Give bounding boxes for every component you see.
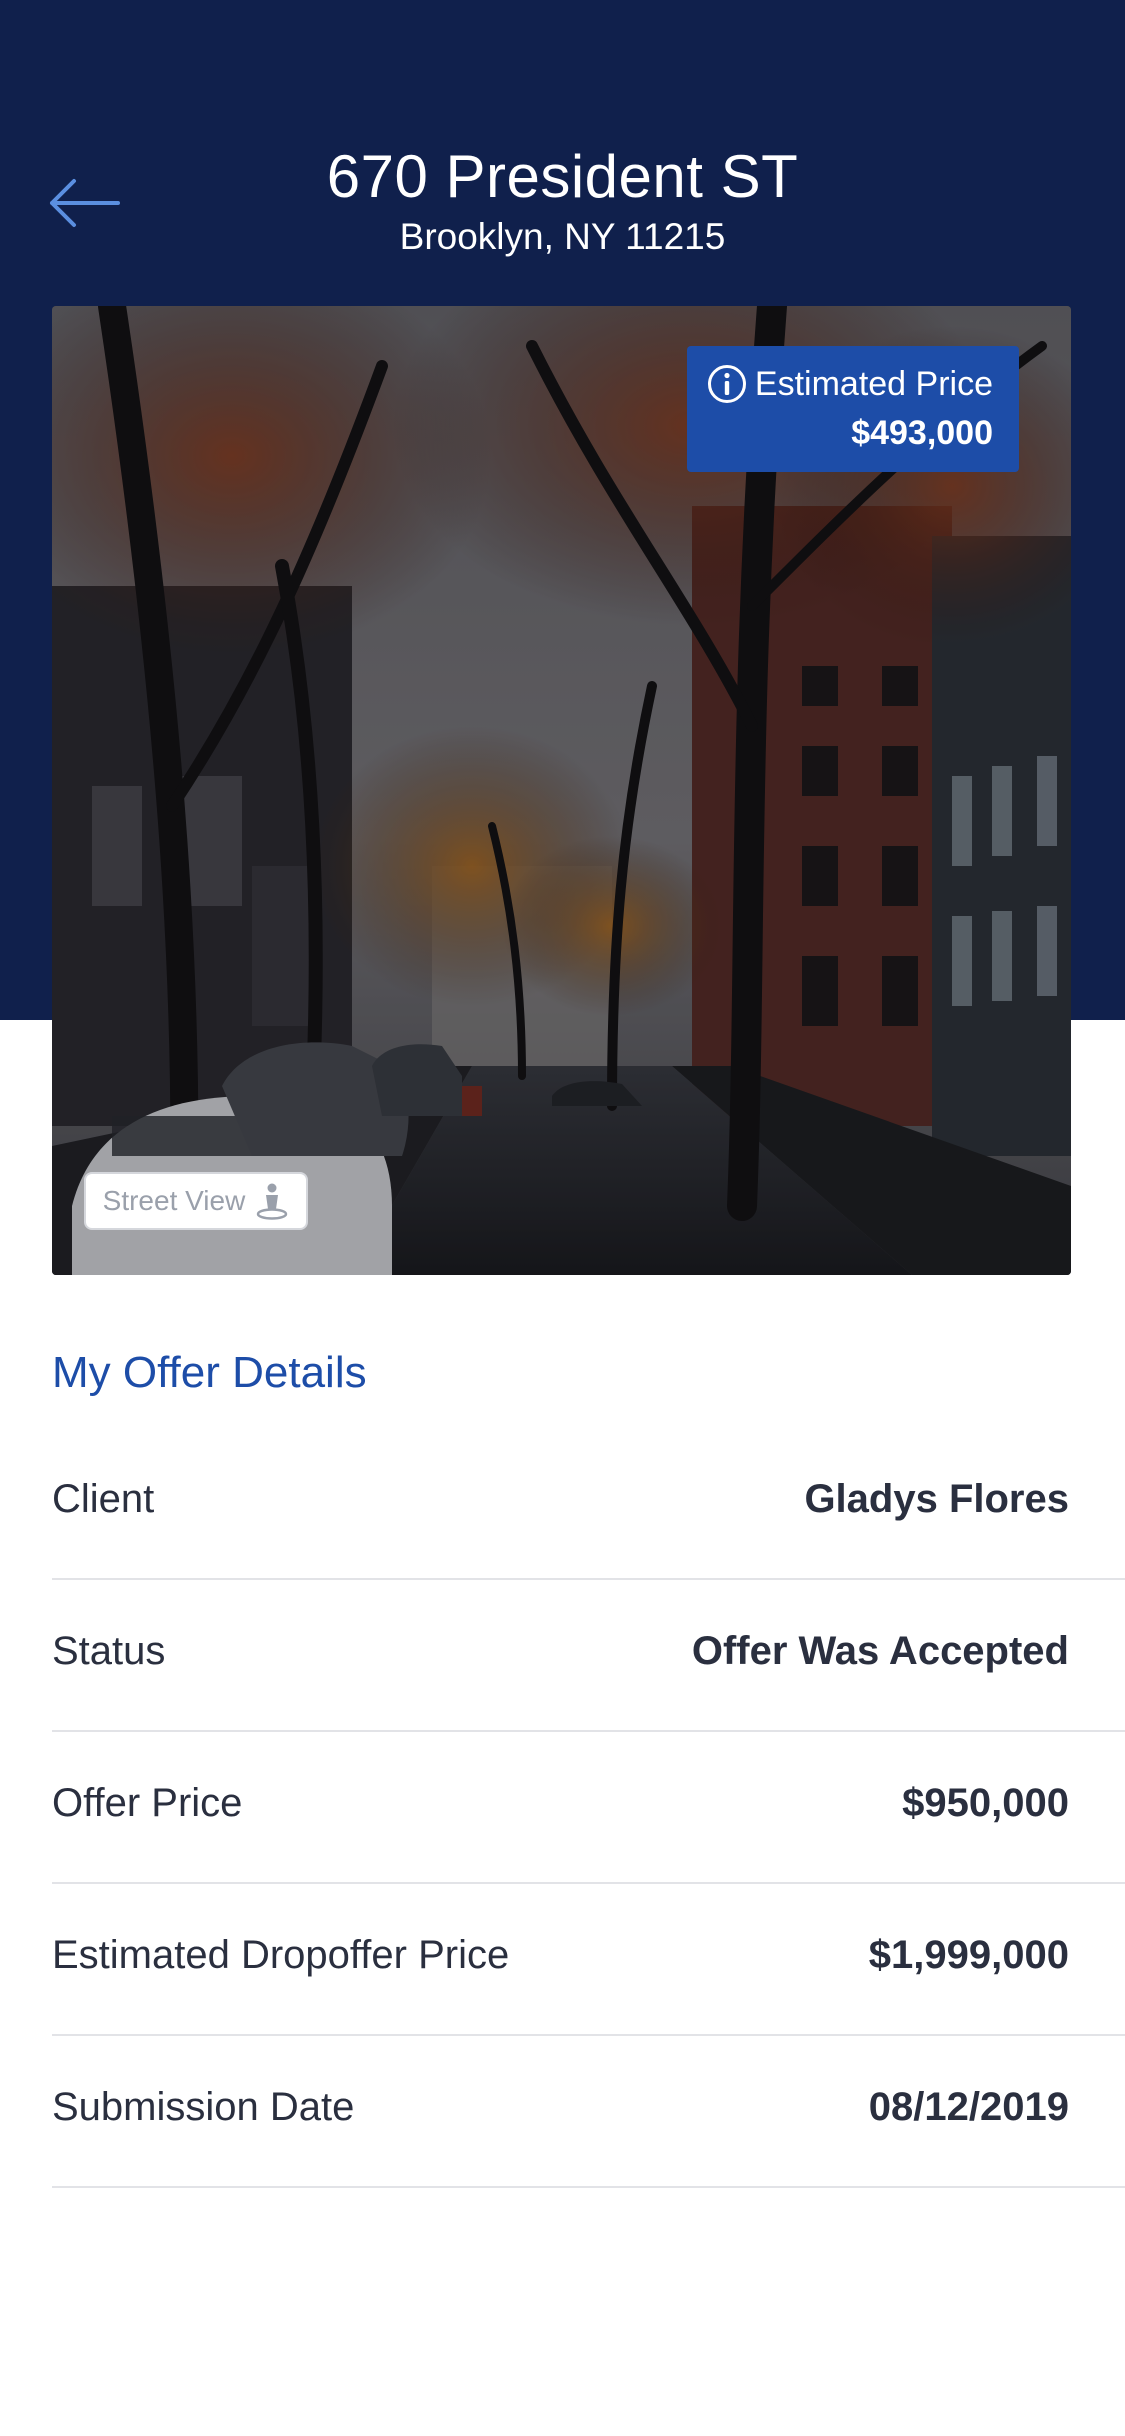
detail-value: Offer Was Accepted	[691, 1628, 1069, 1673]
street-view-button[interactable]: Street View	[84, 1172, 308, 1230]
detail-value: 08/12/2019	[868, 2084, 1069, 2129]
estimated-price-badge[interactable]: Estimated Price $493,000	[687, 346, 1019, 472]
detail-label: Offer Price	[52, 1780, 243, 1825]
detail-value: Gladys Flores	[804, 1476, 1069, 1521]
detail-value: $950,000	[902, 1780, 1069, 1825]
detail-row-estimated-dropoffer-price: Estimated Dropoffer Price $1,999,000	[52, 1884, 1125, 2036]
property-photo: Estimated Price $493,000 Street View	[52, 306, 1071, 1275]
detail-label: Status	[52, 1628, 166, 1673]
estimated-price-value: $493,000	[851, 414, 993, 452]
person-pin-icon	[255, 1182, 289, 1220]
offer-details-title: My Offer Details	[52, 1348, 367, 1397]
address-subtitle: Brooklyn, NY 11215	[399, 216, 726, 257]
detail-row-submission-date: Submission Date 08/12/2019	[52, 2036, 1125, 2188]
info-icon	[707, 364, 747, 404]
offer-details-list: Client Gladys Flores Status Offer Was Ac…	[52, 1428, 1125, 2188]
detail-row-status: Status Offer Was Accepted	[52, 1580, 1125, 1732]
detail-label: Client	[52, 1476, 155, 1521]
detail-row-offer-price: Offer Price $950,000	[52, 1732, 1125, 1884]
detail-label: Estimated Dropoffer Price	[52, 1932, 510, 1977]
detail-value: $1,999,000	[868, 1932, 1069, 1977]
estimated-price-label: Estimated Price	[754, 364, 993, 403]
page-title: 670 President ST	[326, 143, 799, 210]
detail-label: Submission Date	[52, 2084, 355, 2129]
detail-row-client: Client Gladys Flores	[52, 1428, 1125, 1580]
street-view-label: Street View	[102, 1185, 246, 1216]
